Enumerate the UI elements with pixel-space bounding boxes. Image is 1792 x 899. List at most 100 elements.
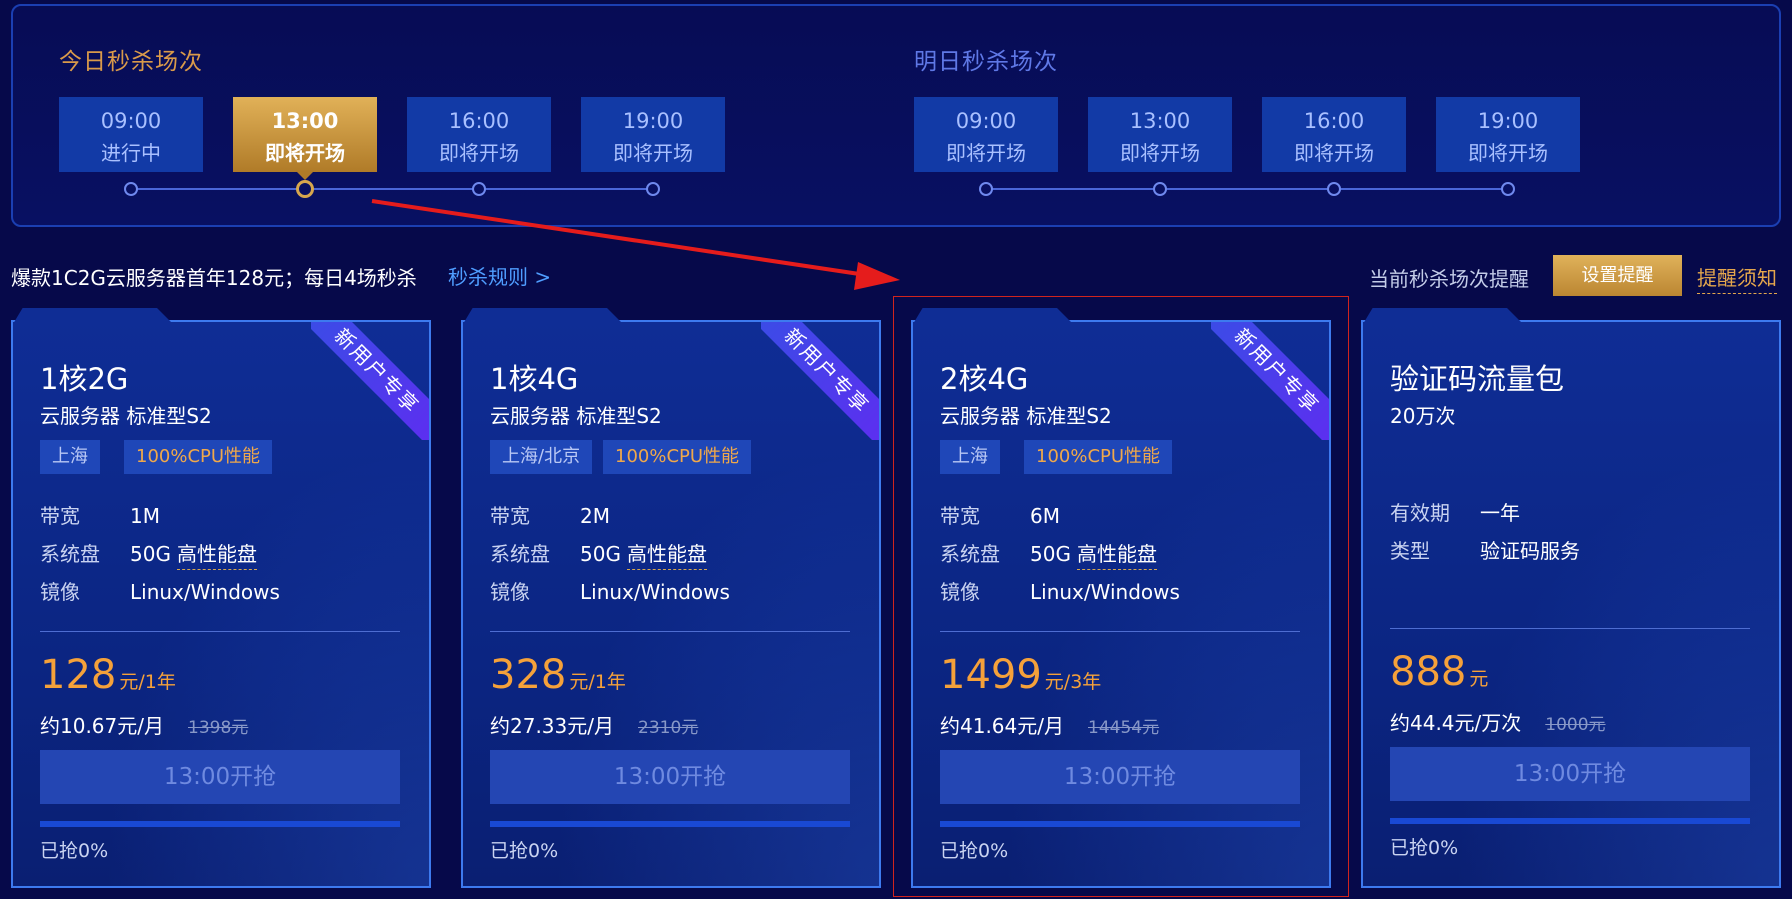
spec-value: 50G xyxy=(1030,542,1071,566)
new-user-ribbon: 新用户专享 xyxy=(761,322,879,440)
slot-time: 13:00 xyxy=(1129,109,1191,133)
monthly-price-text: 约44.4元/万次 xyxy=(1390,711,1522,735)
spec-value: Linux/Windows xyxy=(580,580,730,604)
today-slot-1300[interactable]: 13:00 即将开场 xyxy=(233,97,377,180)
spec-value: 2M xyxy=(580,504,610,528)
set-reminder-button[interactable]: 设置提醒 xyxy=(1553,255,1682,296)
timeline-dot xyxy=(1327,182,1341,196)
original-price: 1398元 xyxy=(188,718,249,738)
region-tag: 上海/北京 xyxy=(490,440,593,474)
spec-value: Linux/Windows xyxy=(130,580,280,604)
spec-value: 50G xyxy=(580,542,621,566)
reminder-label: 当前秒杀场次提醒 xyxy=(1369,267,1529,291)
timeline-dot xyxy=(1501,182,1515,196)
spec-value: 50G xyxy=(130,542,171,566)
disk-type-tooltip[interactable]: 高性能盘 xyxy=(1076,542,1157,570)
sold-percentage: 已抢0% xyxy=(940,840,1009,862)
spec-key: 系统盘 xyxy=(40,542,100,566)
slot-status: 即将开场 xyxy=(1468,141,1548,165)
spec-value: 1M xyxy=(130,504,160,528)
price-unit: 元/3年 xyxy=(1044,671,1102,693)
spec-row: 带宽 6M xyxy=(940,500,1060,529)
price: 1499 元/3年 xyxy=(940,652,1101,698)
cpu-tag: 100%CPU性能 xyxy=(124,440,273,474)
card-title: 1核4G xyxy=(490,362,579,396)
card-tab xyxy=(463,308,623,324)
spec-row: 带宽 1M xyxy=(40,500,160,529)
flash-sale-rules-link[interactable]: 秒杀规则 > xyxy=(448,261,551,290)
disk-type-tooltip[interactable]: 高性能盘 xyxy=(176,542,257,570)
buy-button[interactable]: 13:00开抢 xyxy=(940,750,1300,804)
slot-status: 即将开场 xyxy=(439,141,519,165)
tomorrow-sessions-title: 明日秒杀场次 xyxy=(914,49,1058,75)
cpu-tag: 100%CPU性能 xyxy=(603,440,752,474)
timeline-dot xyxy=(1153,182,1167,196)
tomorrow-slot-1600[interactable]: 16:00 即将开场 xyxy=(1262,97,1406,172)
tomorrow-slot-1900[interactable]: 19:00 即将开场 xyxy=(1436,97,1580,172)
buy-button[interactable]: 13:00开抢 xyxy=(40,750,400,804)
original-price: 1000元 xyxy=(1545,715,1606,735)
sold-percentage: 已抢0% xyxy=(40,840,109,862)
today-slot-0900[interactable]: 09:00 进行中 xyxy=(59,97,203,172)
original-price: 14454元 xyxy=(1088,718,1160,738)
slot-time: 13:00 xyxy=(271,109,339,133)
flash-sale-schedule: 今日秒杀场次 明日秒杀场次 09:00 进行中 13:00 即将开场 16:00… xyxy=(11,4,1781,227)
ribbon-label: 新用户专享 xyxy=(311,322,429,440)
price-number: 328 xyxy=(490,652,567,698)
price-number: 128 xyxy=(40,652,117,698)
spec-key: 系统盘 xyxy=(490,542,550,566)
monthly-price-text: 约27.33元/月 xyxy=(490,714,614,738)
product-card: 新用户专享 1核4G 云服务器 标准型S2 上海/北京 100%CPU性能 带宽… xyxy=(461,308,881,888)
today-sessions-title: 今日秒杀场次 xyxy=(59,49,203,75)
product-card: 验证码流量包 20万次 有效期 一年 类型 验证码服务 888 元 约44.4元/万次… xyxy=(1361,308,1781,888)
region-tag: 上海 xyxy=(940,440,1000,474)
slot-time: 19:00 xyxy=(1477,109,1539,133)
slot-status: 即将开场 xyxy=(946,141,1026,165)
disk-type-tooltip[interactable]: 高性能盘 xyxy=(626,542,707,570)
spec-value: Linux/Windows xyxy=(1030,580,1180,604)
region-tag: 上海 xyxy=(40,440,100,474)
slot-status: 即将开场 xyxy=(1294,141,1374,165)
price: 888 元 xyxy=(1390,649,1488,695)
card-tab xyxy=(913,308,1073,324)
spec-row: 类型 验证码服务 xyxy=(1390,535,1580,564)
spec-row: 系统盘 50G 高性能盘 xyxy=(940,538,1157,570)
spec-key: 带宽 xyxy=(940,504,980,528)
slot-time: 19:00 xyxy=(622,109,684,133)
card-tab xyxy=(1363,308,1523,324)
spec-row: 系统盘 50G 高性能盘 xyxy=(490,538,707,570)
today-slot-1900[interactable]: 19:00 即将开场 xyxy=(581,97,725,172)
monthly-price: 约41.64元/月 14454元 xyxy=(940,710,1159,739)
card-subtitle: 云服务器 标准型S2 xyxy=(40,404,212,428)
product-card: 新用户专享 1核2G 云服务器 标准型S2 上海 100%CPU性能 带宽 1M … xyxy=(11,308,431,888)
spec-key: 镜像 xyxy=(490,580,530,604)
spec-row: 镜像 Linux/Windows xyxy=(940,576,1180,605)
spec-row: 带宽 2M xyxy=(490,500,610,529)
spec-key: 类型 xyxy=(1390,539,1430,563)
reminder-notice-link[interactable]: 提醒须知 xyxy=(1697,262,1777,294)
buy-button[interactable]: 13:00开抢 xyxy=(1390,747,1750,801)
monthly-price: 约10.67元/月 1398元 xyxy=(40,710,248,739)
timeline-dot xyxy=(646,182,660,196)
card-subtitle: 云服务器 标准型S2 xyxy=(490,404,662,428)
divider xyxy=(940,631,1300,632)
spec-row: 系统盘 50G 高性能盘 xyxy=(40,538,257,570)
sold-progress-bar xyxy=(40,821,400,827)
price-unit: 元 xyxy=(1469,668,1489,690)
price: 128 元/1年 xyxy=(40,652,176,698)
spec-value: 6M xyxy=(1030,504,1060,528)
tomorrow-slot-0900[interactable]: 09:00 即将开场 xyxy=(914,97,1058,172)
sold-percentage: 已抢0% xyxy=(1390,837,1459,859)
divider xyxy=(1390,628,1750,629)
spec-key: 系统盘 xyxy=(940,542,1000,566)
original-price: 2310元 xyxy=(638,718,699,738)
tomorrow-slot-1300[interactable]: 13:00 即将开场 xyxy=(1088,97,1232,172)
product-card: 新用户专享 2核4G 云服务器 标准型S2 上海 100%CPU性能 带宽 6M … xyxy=(911,308,1331,888)
spec-key: 镜像 xyxy=(40,580,80,604)
spec-row: 镜像 Linux/Windows xyxy=(40,576,280,605)
spec-row: 镜像 Linux/Windows xyxy=(490,576,730,605)
buy-button[interactable]: 13:00开抢 xyxy=(490,750,850,804)
today-slot-1600[interactable]: 16:00 即将开场 xyxy=(407,97,551,172)
divider xyxy=(40,631,400,632)
card-subtitle: 云服务器 标准型S2 xyxy=(940,404,1112,428)
